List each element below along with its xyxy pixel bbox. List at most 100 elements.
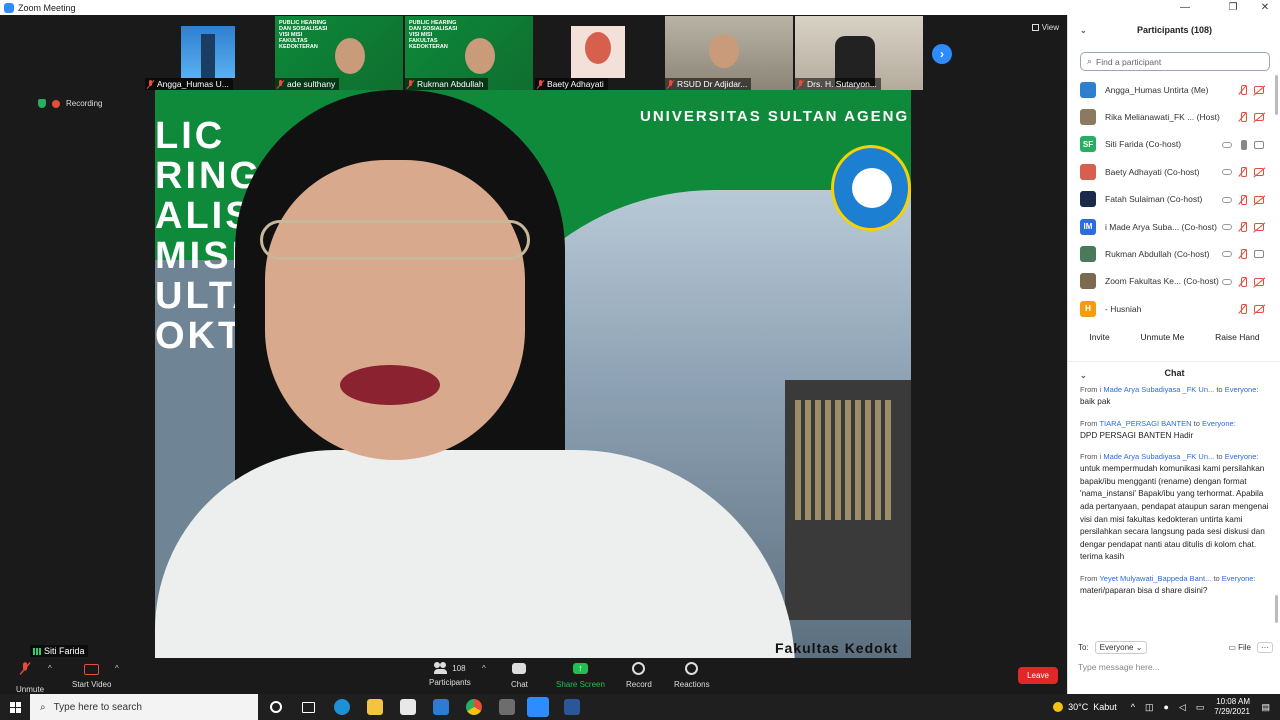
recipient-select[interactable]: Everyone ⌄: [1094, 640, 1148, 654]
video-off-icon[interactable]: [1254, 277, 1264, 286]
unmute-me-button[interactable]: Unmute Me: [1134, 329, 1190, 345]
video-off-icon[interactable]: [1254, 86, 1264, 94]
participant-thumbnail[interactable]: Drs. H. Sutaryon...: [795, 16, 923, 90]
chat-sender[interactable]: i Made Arya Subadiyasa _FK Un...: [1100, 452, 1215, 461]
video-off-icon[interactable]: [1254, 222, 1264, 231]
tray-chevron-icon[interactable]: ^: [1131, 702, 1135, 712]
word-icon[interactable]: [564, 699, 580, 715]
participant-thumbnail[interactable]: Baety Adhayati: [535, 16, 663, 90]
invite-button[interactable]: Invite: [1083, 329, 1115, 345]
minimize-icon[interactable]: —: [1170, 0, 1200, 15]
collapse-participants-chevron-icon[interactable]: ⌄: [1080, 26, 1087, 35]
collapse-chat-chevron-icon[interactable]: ⌄: [1080, 371, 1087, 380]
share-screen-button[interactable]: ↑ Share Screen: [556, 660, 605, 689]
participant-thumbnail[interactable]: PUBLIC HEARING DAN SOSIALISASI VISI MISI…: [275, 16, 403, 90]
chrome-icon[interactable]: [466, 699, 482, 715]
zoom-taskbar-icon[interactable]: [527, 697, 549, 717]
close-icon[interactable]: ✕: [1250, 0, 1280, 15]
participant-thumbnail[interactable]: PUBLIC HEARING DAN SOSIALISASI VISI MISI…: [405, 16, 533, 90]
participant-row[interactable]: SF Siti Farida (Co-host): [1068, 131, 1280, 158]
notifications-icon[interactable]: ▤: [1261, 702, 1270, 713]
video-off-icon[interactable]: [1254, 195, 1264, 204]
participant-name: Zoom Fakultas Ke... (Co-host): [1105, 276, 1219, 287]
raise-hand-button[interactable]: Raise Hand: [1209, 329, 1265, 345]
record-icon: [632, 662, 646, 675]
mic-muted-icon[interactable]: [1238, 304, 1248, 315]
participant-thumbnail[interactable]: RSUD Dr Adjidar...: [665, 16, 793, 90]
edge-browser-icon[interactable]: [334, 699, 350, 715]
view-button[interactable]: View: [1031, 23, 1059, 32]
cortana-icon[interactable]: [270, 701, 282, 713]
mic-muted-icon[interactable]: [1238, 194, 1248, 205]
start-button[interactable]: [0, 694, 30, 720]
file-button[interactable]: ▭ File: [1228, 643, 1251, 652]
next-page-button[interactable]: ›: [932, 44, 952, 64]
mic-muted-icon[interactable]: [1238, 221, 1248, 232]
audio-options-caret-icon[interactable]: ^: [48, 664, 52, 673]
record-button[interactable]: Record: [626, 660, 652, 689]
participant-row[interactable]: Baety Adhayati (Co-host): [1068, 158, 1280, 185]
mic-muted-icon[interactable]: [1238, 167, 1248, 178]
mic-muted-icon[interactable]: [1238, 276, 1248, 287]
chat-message-input[interactable]: [1078, 659, 1273, 675]
participant-row[interactable]: H - Husniah: [1068, 295, 1280, 322]
participant-row[interactable]: Angga_Humas Untirta (Me): [1068, 76, 1280, 103]
mic-muted-icon[interactable]: [1238, 112, 1248, 123]
participants-button[interactable]: 108 Participants: [429, 660, 471, 687]
audio-level-icon: [33, 647, 41, 655]
chat-sender[interactable]: Yeyet Mulyawati_Bappeda Bant...: [1099, 574, 1211, 583]
microphone-icon[interactable]: ●: [1164, 702, 1169, 712]
participant-row[interactable]: Rukman Abdullah (Co-host): [1068, 240, 1280, 267]
participant-row[interactable]: Rika Melianawati_FK ... (Host): [1068, 103, 1280, 130]
chat-scrollbar[interactable]: [1275, 595, 1278, 623]
network-icon[interactable]: ◫: [1145, 702, 1154, 713]
recording-indicator[interactable]: Recording: [38, 99, 102, 108]
participants-actions: Invite Unmute Me Raise Hand: [1068, 329, 1280, 345]
video-icon[interactable]: [1254, 250, 1264, 259]
chat-sender[interactable]: i Made Arya Subadiyasa _FK Un...: [1100, 385, 1215, 394]
mail-icon[interactable]: [433, 699, 449, 715]
video-options-caret-icon[interactable]: ^: [115, 664, 119, 673]
store-icon[interactable]: [400, 699, 416, 715]
video-off-icon[interactable]: [1254, 113, 1264, 122]
chat-button[interactable]: Chat: [511, 660, 528, 689]
file-explorer-icon[interactable]: [367, 699, 383, 715]
more-options-icon[interactable]: ···: [1257, 641, 1273, 653]
video-off-icon[interactable]: [1254, 168, 1264, 177]
chat-recipient[interactable]: Everyone:: [1202, 419, 1236, 428]
chat-recipient-row: To: Everyone ⌄ ▭ File ···: [1078, 639, 1273, 655]
avatar: [1080, 163, 1096, 180]
task-view-icon[interactable]: [302, 702, 315, 713]
chat-message: From TIARA_PERSAGI BANTEN to Everyone: DP…: [1080, 419, 1270, 443]
start-video-button[interactable]: Start Video: [72, 660, 111, 689]
chat-recipient[interactable]: Everyone:: [1225, 385, 1259, 394]
chat-message: From i Made Arya Subadiyasa _FK Un... to…: [1080, 452, 1270, 564]
grid-icon: [1031, 24, 1039, 31]
battery-icon[interactable]: ▭: [1196, 702, 1205, 713]
app-icon[interactable]: [499, 699, 515, 715]
participant-row[interactable]: IM i Made Arya Suba... (Co-host): [1068, 213, 1280, 240]
weather-text[interactable]: 30°C Kabut: [1068, 702, 1117, 712]
maximize-icon[interactable]: ❐: [1218, 0, 1248, 15]
participant-row[interactable]: Zoom Fakultas Ke... (Co-host): [1068, 268, 1280, 295]
speaker-icon[interactable]: ◁: [1179, 702, 1186, 713]
mic-muted-icon[interactable]: [1238, 85, 1248, 95]
video-icon[interactable]: [1254, 140, 1264, 149]
video-off-icon[interactable]: [1254, 305, 1264, 314]
mic-muted-icon[interactable]: [1238, 249, 1248, 260]
participants-caret-icon[interactable]: ^: [482, 664, 486, 673]
zoom-logo-icon: [4, 2, 14, 13]
chat-recipient[interactable]: Everyone:: [1222, 574, 1256, 583]
leave-button[interactable]: Leave: [1018, 667, 1058, 684]
taskbar-clock[interactable]: 10:08 AM 7/29/2021: [1214, 697, 1250, 717]
participant-thumbnail[interactable]: Angga_Humas U...: [145, 16, 273, 90]
unmute-button[interactable]: Unmute: [16, 660, 44, 694]
find-participant-input[interactable]: ⌕ Find a participant: [1080, 52, 1270, 71]
chat-message-meta: From i Made Arya Subadiyasa _FK Un... to…: [1080, 452, 1259, 462]
chat-sender[interactable]: TIARA_PERSAGI BANTEN: [1099, 419, 1191, 428]
participant-row[interactable]: Fatah Sulaiman (Co-host): [1068, 186, 1280, 213]
taskbar-search-box[interactable]: ⌕ Type here to search: [30, 694, 258, 720]
chat-recipient[interactable]: Everyone:: [1225, 452, 1259, 461]
reactions-button[interactable]: Reactions: [674, 660, 710, 689]
mic-icon[interactable]: [1238, 139, 1248, 150]
